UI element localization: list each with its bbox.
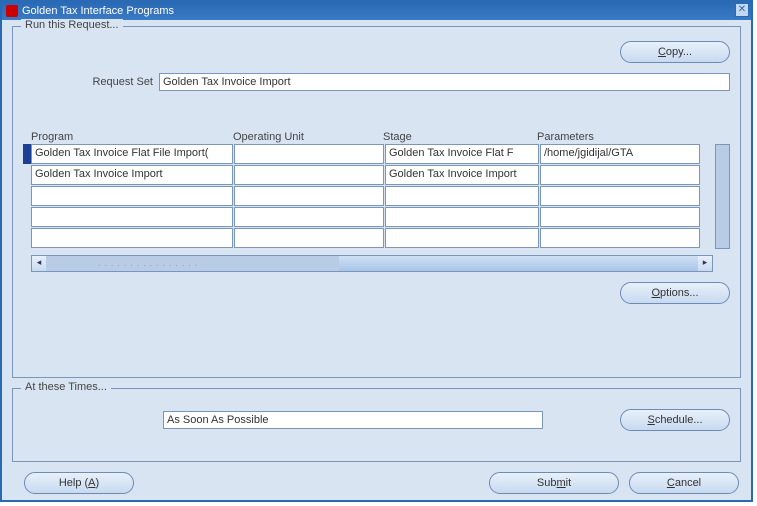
cell-program[interactable] — [31, 207, 233, 227]
table-row — [31, 228, 713, 248]
at-these-times-fieldset: At these Times... Schedule... — [12, 388, 741, 462]
cell-stage[interactable] — [385, 228, 539, 248]
col-header-operating-unit: Operating Unit — [233, 131, 383, 144]
cell-parameters[interactable] — [540, 228, 700, 248]
col-header-program: Program — [31, 131, 233, 144]
cell-program[interactable]: Golden Tax Invoice Flat File Import( — [31, 144, 233, 164]
at-these-times-legend: At these Times... — [21, 381, 111, 393]
scroll-right-icon[interactable]: ▸ — [698, 256, 712, 271]
cell-program[interactable] — [31, 186, 233, 206]
scroll-left-icon[interactable]: ◂ — [32, 256, 46, 271]
window-body: Run this Request... Copy... Request Set … — [2, 20, 751, 504]
copy-button[interactable]: Copy... — [620, 41, 730, 63]
request-set-input[interactable] — [159, 73, 730, 91]
table-row — [31, 207, 713, 227]
footer: Help (A) Submit Cancel — [12, 472, 741, 494]
table-row: Golden Tax Invoice Import Golden Tax Inv… — [31, 165, 713, 185]
horizontal-scrollbar[interactable]: ◂ . . . . . . . . . . . . . . . . ▸ — [31, 255, 713, 272]
col-header-parameters: Parameters — [537, 131, 697, 144]
cell-stage[interactable] — [385, 207, 539, 227]
titlebar[interactable]: Golden Tax Interface Programs ✕ — [2, 2, 751, 20]
cell-parameters[interactable]: /home/jgidijal/GTA — [540, 144, 700, 164]
vertical-scrollbar[interactable] — [715, 144, 730, 249]
window-title: Golden Tax Interface Programs — [22, 5, 174, 17]
options-button[interactable]: Options... — [620, 282, 730, 304]
row-selector[interactable] — [23, 228, 31, 248]
row-selector[interactable] — [23, 207, 31, 227]
schedule-button[interactable]: Schedule... — [620, 409, 730, 431]
row-selector[interactable] — [23, 144, 31, 164]
submit-button[interactable]: Submit — [489, 472, 619, 494]
cell-parameters[interactable] — [540, 186, 700, 206]
row-selector-column — [23, 144, 31, 249]
row-selector[interactable] — [23, 186, 31, 206]
cell-operating-unit[interactable] — [234, 144, 384, 164]
cell-program[interactable] — [31, 228, 233, 248]
cancel-button[interactable]: Cancel — [629, 472, 739, 494]
run-request-fieldset: Run this Request... Copy... Request Set … — [12, 26, 741, 378]
col-header-stage: Stage — [383, 131, 537, 144]
table-row — [31, 186, 713, 206]
window: Golden Tax Interface Programs ✕ Run this… — [0, 0, 753, 502]
help-button[interactable]: Help (A) — [24, 472, 134, 494]
cell-parameters[interactable] — [540, 207, 700, 227]
cell-operating-unit[interactable] — [234, 207, 384, 227]
row-selector[interactable] — [23, 165, 31, 185]
cell-parameters[interactable] — [540, 165, 700, 185]
cell-stage[interactable]: Golden Tax Invoice Flat F — [385, 144, 539, 164]
cell-stage[interactable]: Golden Tax Invoice Import — [385, 165, 539, 185]
oracle-icon — [6, 5, 18, 17]
program-grid: Program Operating Unit Stage Parameters — [23, 131, 730, 272]
close-icon[interactable]: ✕ — [735, 3, 749, 17]
table-row: Golden Tax Invoice Flat File Import( Gol… — [31, 144, 713, 164]
cell-stage[interactable] — [385, 186, 539, 206]
request-set-label: Request Set — [23, 76, 153, 88]
cell-program[interactable]: Golden Tax Invoice Import — [31, 165, 233, 185]
cell-operating-unit[interactable] — [234, 165, 384, 185]
schedule-time-input[interactable] — [163, 411, 543, 429]
run-request-legend: Run this Request... — [21, 19, 123, 31]
cell-operating-unit[interactable] — [234, 228, 384, 248]
cell-operating-unit[interactable] — [234, 186, 384, 206]
